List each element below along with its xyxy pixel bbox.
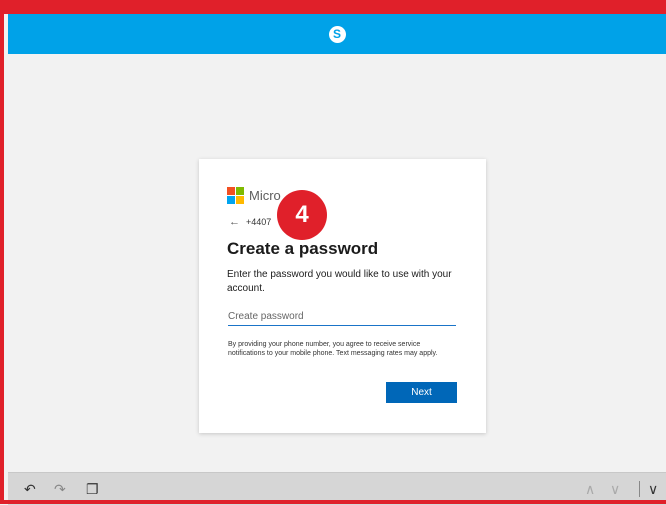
skype-header: S <box>8 14 666 54</box>
next-button[interactable]: Next <box>386 382 457 403</box>
step-number-badge: 4 <box>277 190 327 240</box>
sms-disclaimer: By providing your phone number, you agre… <box>228 341 438 357</box>
password-input[interactable] <box>228 308 456 326</box>
page-title: Create a password <box>227 239 379 258</box>
microsoft-logo: Micro <box>227 187 281 204</box>
microsoft-brand-text: Micro <box>249 188 281 203</box>
signin-card: Micro ← +4407 Create a password Enter th… <box>199 159 486 433</box>
redo-icon[interactable]: ↷ <box>54 481 66 498</box>
skype-logo-icon: S <box>328 25 346 43</box>
microsoft-squares-icon <box>227 187 244 204</box>
chevron-down-icon[interactable]: ∨ <box>610 481 620 498</box>
back-arrow-icon[interactable]: ← <box>229 216 240 228</box>
account-identifier: +4407 <box>246 217 272 227</box>
collapse-icon[interactable]: ∨ <box>648 481 658 498</box>
annotation-frame-top <box>0 0 666 14</box>
bottom-toolbar: ↶ ↷ ❐ ∧ ∨ ∨ <box>8 472 666 505</box>
chevron-up-icon[interactable]: ∧ <box>585 481 595 498</box>
copy-icon[interactable]: ❐ <box>86 481 99 498</box>
toolbar-divider <box>639 481 640 497</box>
account-back-row: ← +4407 <box>229 216 271 228</box>
page-description: Enter the password you would like to use… <box>227 269 452 294</box>
undo-icon[interactable]: ↶ <box>24 481 36 498</box>
